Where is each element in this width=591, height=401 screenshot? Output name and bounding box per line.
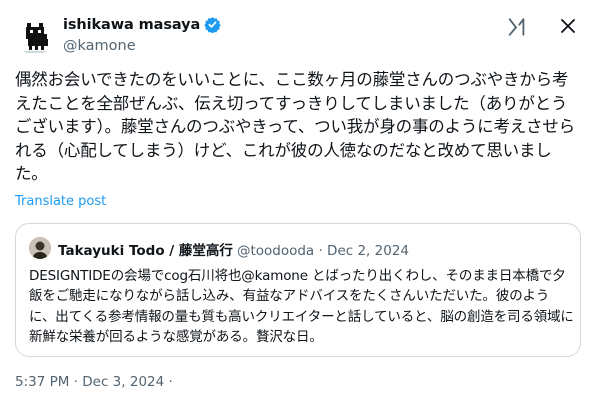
close-icon[interactable] xyxy=(558,16,578,36)
post-timestamp[interactable]: 5:37 PM · Dec 3, 2024 · xyxy=(15,374,173,390)
person-avatar-icon xyxy=(29,237,51,259)
post-card: ishikawa masaya @kamone 偶然お会いできたのをいいことに、… xyxy=(0,0,591,401)
quoted-author-avatar[interactable] xyxy=(29,237,51,259)
author-name-row: ishikawa masaya xyxy=(63,16,221,34)
quoted-post[interactable]: Takayuki Todo / 藤堂高行 @toodooda · Dec 2, … xyxy=(15,223,581,357)
translate-post-link[interactable]: Translate post xyxy=(15,194,106,209)
author-name[interactable]: ishikawa masaya xyxy=(63,17,200,33)
quoted-text: DESIGNTIDEの会場でcog石川将也@kamone とばったり出くわし、そ… xyxy=(29,268,574,345)
pixel-cat-avatar-icon xyxy=(15,15,55,55)
quoted-header: Takayuki Todo / 藤堂高行 @toodooda · Dec 2, … xyxy=(58,239,409,259)
quoted-meta[interactable]: @toodooda · Dec 2, 2024 xyxy=(237,243,409,259)
quoted-author-name[interactable]: Takayuki Todo / 藤堂高行 xyxy=(58,239,233,259)
post-text: 偶然お会いできたのをいいことに、ここ数ヶ月の藤堂さんのつぶやきから考えたことを全… xyxy=(15,70,575,184)
grok-icon[interactable] xyxy=(506,16,528,38)
author-avatar[interactable] xyxy=(15,15,55,55)
author-handle[interactable]: @kamone xyxy=(63,38,136,54)
verified-badge-icon xyxy=(204,16,221,34)
